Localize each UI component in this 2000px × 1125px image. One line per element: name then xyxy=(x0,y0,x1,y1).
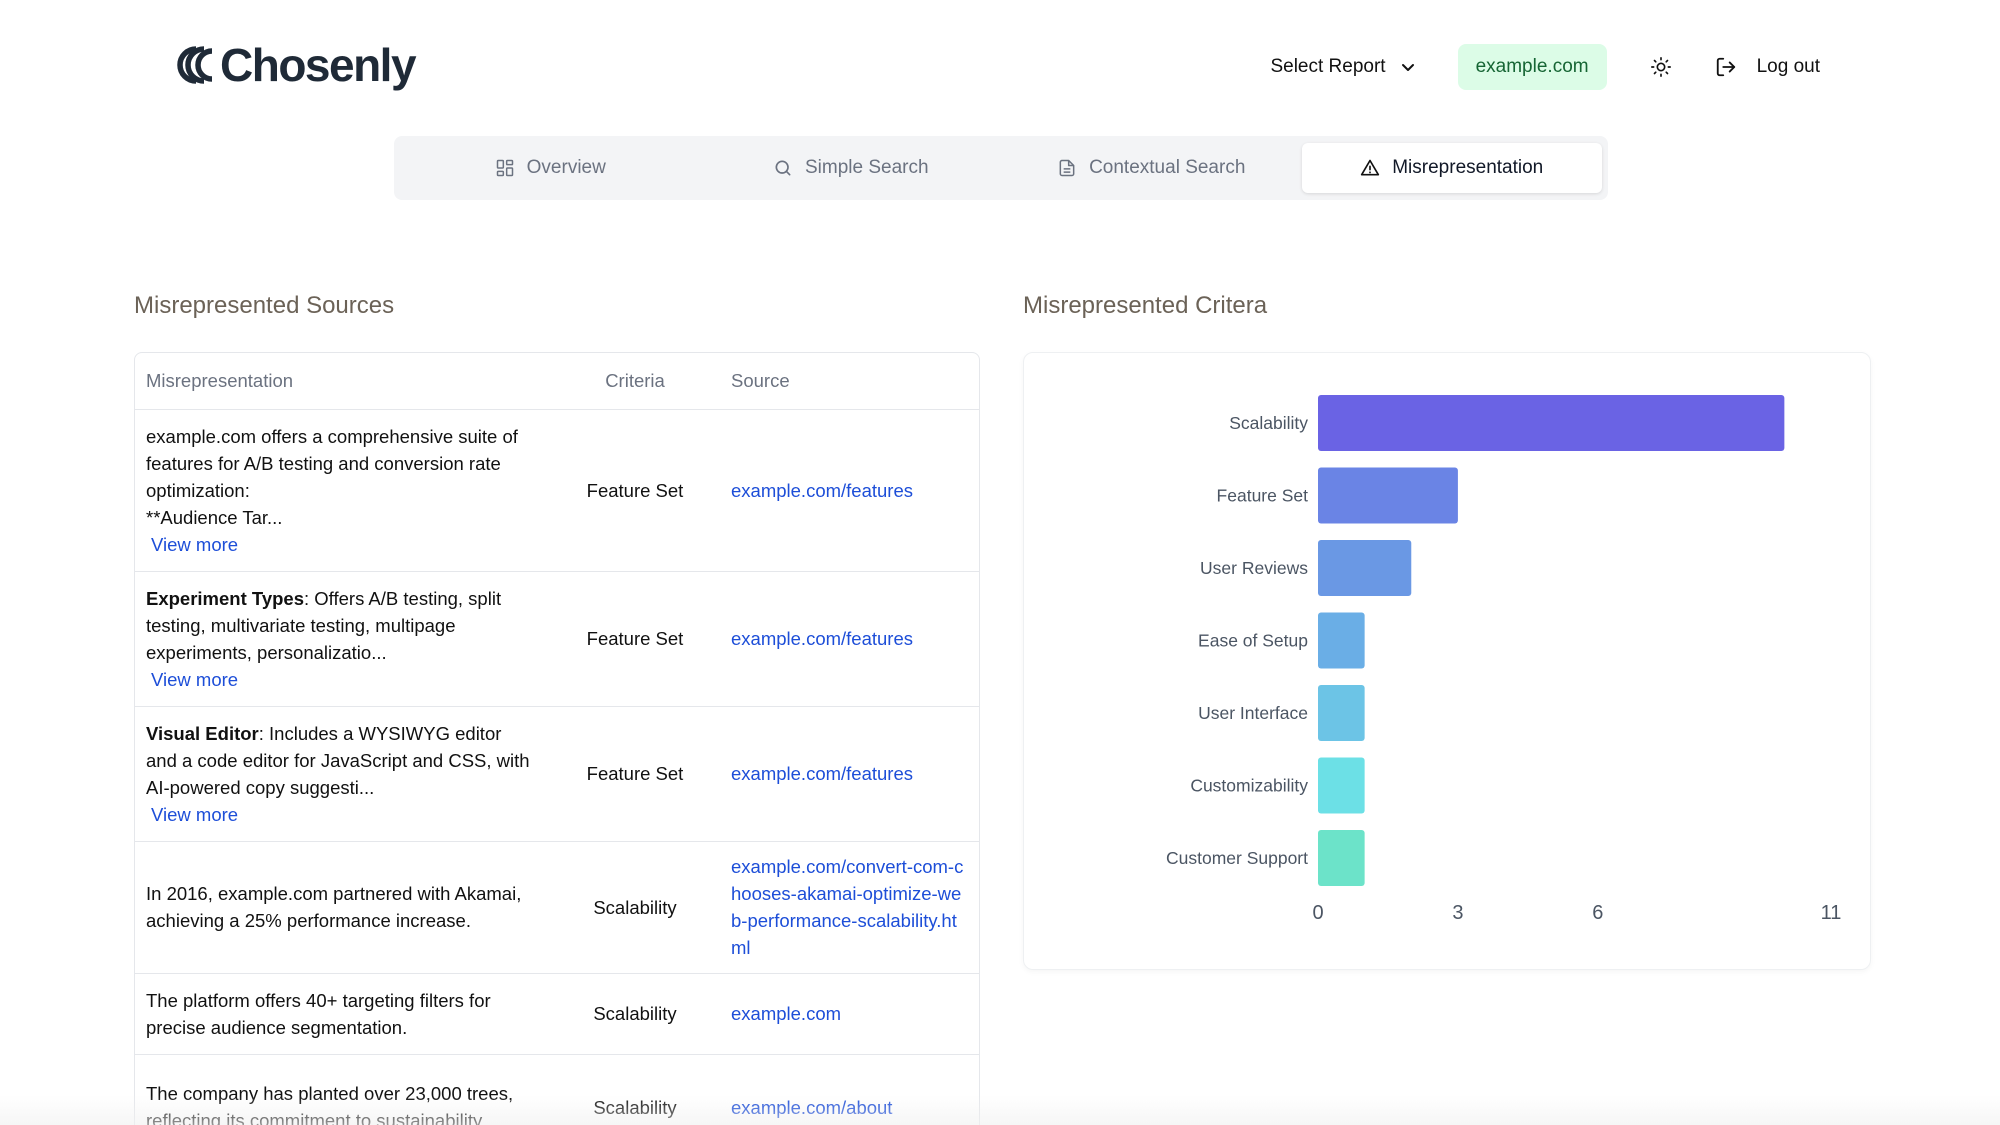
criteria-chart-card: Scalability Feature Set User Reviews Ease o… xyxy=(1023,352,1871,970)
misrepresentation-cell: Experiment Types: Offers A/B testing, sp… xyxy=(135,571,551,707)
source-link[interactable]: example.com/features xyxy=(731,480,913,501)
select-report-dropdown[interactable]: Select Report xyxy=(1270,56,1415,78)
sources-table-card: Misrepresentation Criteria Source exampl… xyxy=(134,352,980,1125)
criteria-cell: Feature Set xyxy=(551,409,719,572)
header-actions: Select Report example.com Log out xyxy=(1270,44,1820,90)
view-more-link[interactable]: View more xyxy=(146,666,537,693)
x-tick-label: 6 xyxy=(1592,902,1603,924)
brand-name: Chosenly xyxy=(220,39,417,91)
sources-section-title: Misrepresented Sources xyxy=(134,292,395,319)
tab-simple-search[interactable]: Simple Search xyxy=(701,143,1002,193)
tab-contextual-search[interactable]: Contextual Search xyxy=(1001,143,1302,193)
source-cell: example.com/features xyxy=(719,409,979,572)
table-row: In 2016, example.com partnered with Akam… xyxy=(135,841,979,974)
category-label: Customer Support xyxy=(1166,848,1308,868)
source-cell: example.com/convert-com-chooses-akamai-o… xyxy=(719,841,979,974)
misrepresentation-cell: Visual Editor: Includes a WYSIWYG editor… xyxy=(135,706,551,842)
table-header-row: Misrepresentation Criteria Source xyxy=(135,353,979,410)
tab-overview[interactable]: Overview xyxy=(400,143,701,193)
logout-icon xyxy=(1716,57,1735,77)
column-header-criteria[interactable]: Criteria xyxy=(551,353,719,410)
misrepresentation-text: example.com offers a comprehensive suite… xyxy=(146,425,518,501)
bar-customizability[interactable] xyxy=(1318,757,1365,814)
source-link[interactable]: example.com xyxy=(731,1003,841,1024)
criteria-cell: Feature Set xyxy=(551,706,719,842)
source-cell: example.com/about xyxy=(719,1054,979,1125)
column-header-misrepresentation[interactable]: Misrepresentation xyxy=(135,353,551,410)
view-more-link[interactable]: View more xyxy=(146,531,537,558)
view-more-link[interactable]: View more xyxy=(146,801,537,828)
tab-label: Overview xyxy=(526,157,606,178)
chevron-down-icon xyxy=(1401,64,1414,71)
misrepresentation-cell: In 2016, example.com partnered with Akam… xyxy=(135,841,551,974)
header: Chosenly Select Report example.com Log o… xyxy=(0,0,2000,130)
tab-misrepresentation[interactable]: Misrepresentation xyxy=(1301,143,1602,193)
brand-logo[interactable]: Chosenly xyxy=(176,38,417,92)
x-tick-label: 0 xyxy=(1312,902,1323,924)
tab-label: Misrepresentation xyxy=(1392,157,1544,178)
category-label: User Reviews xyxy=(1200,558,1308,578)
source-link[interactable]: example.com/features xyxy=(731,628,913,649)
misrepresentation-cell: The platform offers 40+ targeting filter… xyxy=(135,973,551,1055)
bar-customer-support[interactable] xyxy=(1318,830,1365,886)
misrepresentation-cell: example.com offers a comprehensive suite… xyxy=(135,409,551,572)
table-row: The platform offers 40+ targeting filter… xyxy=(135,973,979,1055)
x-tick-label: 11 xyxy=(1821,902,1842,924)
category-label: Feature Set xyxy=(1217,486,1309,506)
select-report-label: Select Report xyxy=(1270,56,1386,77)
source-link[interactable]: example.com/features xyxy=(731,763,913,784)
misrepresentation-cell: The company has planted over 23,000 tree… xyxy=(135,1054,551,1125)
search-icon xyxy=(775,160,791,176)
bar-scalability[interactable] xyxy=(1318,395,1785,451)
criteria-section-title: Misrepresented Critera xyxy=(1023,292,1268,319)
logout-label: Log out xyxy=(1756,56,1820,77)
grid-icon xyxy=(496,159,513,177)
logout-button[interactable]: Log out xyxy=(1715,56,1820,78)
bar-user-reviews[interactable] xyxy=(1318,540,1412,596)
category-label: Scalability xyxy=(1229,413,1308,433)
source-link[interactable]: example.com/convert-com-chooses-akamai-o… xyxy=(731,856,963,958)
criteria-cell: Scalability xyxy=(551,973,719,1055)
theme-toggle-button[interactable] xyxy=(1641,47,1681,87)
x-tick-label: 3 xyxy=(1452,902,1463,924)
sources-table: Misrepresentation Criteria Source exampl… xyxy=(135,353,979,1125)
category-label: User Interface xyxy=(1198,703,1308,723)
table-row: example.com offers a comprehensive suite… xyxy=(135,409,979,572)
bar-user-interface[interactable] xyxy=(1318,685,1365,741)
category-label: Ease of Setup xyxy=(1198,631,1308,651)
misrepresentation-lead: Visual Editor xyxy=(146,722,259,744)
source-cell: example.com/features xyxy=(719,571,979,707)
table-row: Experiment Types: Offers A/B testing, sp… xyxy=(135,571,979,707)
source-cell: example.com xyxy=(719,973,979,1055)
source-cell: example.com/features xyxy=(719,706,979,842)
tab-label: Simple Search xyxy=(804,157,929,178)
criteria-bar-chart: Scalability Feature Set User Reviews Ease o… xyxy=(1166,395,1842,924)
criteria-cell: Scalability xyxy=(551,841,719,974)
warning-triangle-icon xyxy=(1361,159,1380,176)
source-link[interactable]: example.com/about xyxy=(731,1097,892,1118)
tab-label: Contextual Search xyxy=(1089,157,1246,178)
criteria-cell: Scalability xyxy=(551,1054,719,1125)
criteria-cell: Feature Set xyxy=(551,571,719,707)
domain-badge: example.com xyxy=(1457,44,1607,90)
bar-ease-of-setup[interactable] xyxy=(1318,612,1365,669)
misrepresentation-lead: Experiment Types xyxy=(146,587,304,609)
main-tabs: Overview Simple Search Contextual Search… xyxy=(394,136,1608,200)
misrepresentation-text-continued: **Audience Tar... xyxy=(146,506,283,528)
table-row: The company has planted over 23,000 tree… xyxy=(135,1054,979,1125)
bar-feature-set[interactable] xyxy=(1318,467,1458,524)
document-icon xyxy=(1059,159,1075,177)
chosenly-mark-icon xyxy=(177,46,213,84)
category-label: Customizability xyxy=(1190,776,1308,796)
sun-icon xyxy=(1650,57,1671,77)
table-row: Visual Editor: Includes a WYSIWYG editor… xyxy=(135,706,979,842)
column-header-source[interactable]: Source xyxy=(719,353,979,410)
